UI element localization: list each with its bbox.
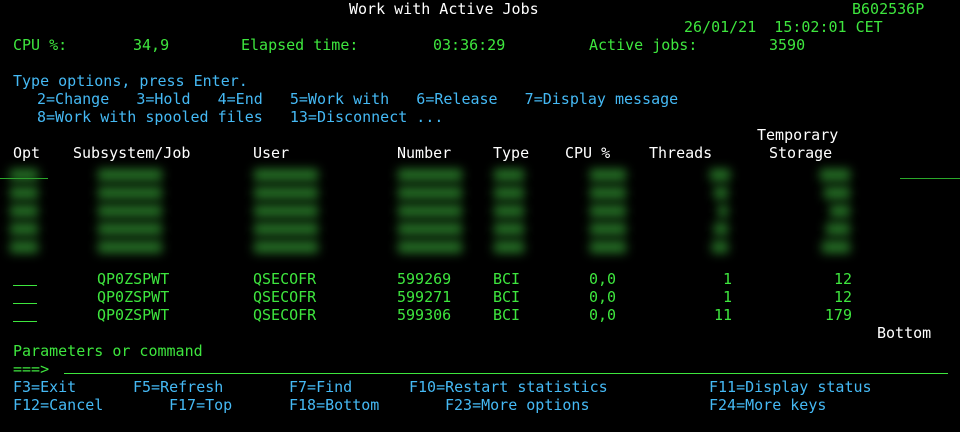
f11-display-status-key[interactable]: F11=Display status: [709, 378, 872, 396]
job-number: 599269: [397, 270, 452, 288]
job-user: QSECOFR: [253, 270, 317, 288]
job-threads: 11: [713, 306, 732, 324]
job-storage: 12: [833, 288, 852, 306]
elapsed-value: 03:36:29: [433, 36, 506, 54]
f5-refresh-key[interactable]: F5=Refresh: [133, 378, 223, 396]
column-header-threads: Threads: [649, 144, 713, 162]
obscured-row: [0, 238, 900, 256]
obscured-row: [0, 184, 900, 202]
f24-more-keys-key[interactable]: F24=More keys: [709, 396, 826, 414]
instructions-line: Type options, press Enter.: [13, 72, 248, 90]
job-cpu: 0,0: [589, 288, 617, 306]
job-name: QP0ZSPWT: [97, 306, 170, 324]
terminal-screen: Work with Active Jobs B602536P 26/01/21 …: [0, 0, 960, 432]
f3-exit-key[interactable]: F3=Exit: [13, 378, 76, 396]
option-input[interactable]: [13, 285, 37, 286]
options-line-2: 8=Work with spooled files 13=Disconnect …: [37, 108, 444, 126]
obscured-row: [0, 202, 900, 220]
option-input[interactable]: [13, 303, 37, 304]
job-name: QP0ZSPWT: [97, 270, 170, 288]
job-storage: 12: [833, 270, 852, 288]
command-label: Parameters or command: [13, 342, 203, 360]
column-header-subsystem-job: Subsystem/Job: [73, 144, 191, 162]
column-header-type: Type: [493, 144, 530, 162]
command-input-underline: [64, 373, 948, 374]
cursor-row-line-right: [900, 178, 960, 179]
column-header-number: Number: [397, 144, 452, 162]
command-input[interactable]: [64, 360, 948, 378]
column-header-storage: Storage: [769, 144, 833, 162]
cpu-label: CPU %:: [13, 36, 68, 54]
job-threads: 1: [722, 270, 732, 288]
column-header-cpu: CPU %: [565, 144, 611, 162]
obscured-row: [0, 166, 900, 184]
list-position-indicator: Bottom: [877, 324, 932, 342]
f7-find-key[interactable]: F7=Find: [289, 378, 352, 396]
f18-bottom-key[interactable]: F18=Bottom: [289, 396, 379, 414]
job-storage: 179: [824, 306, 852, 324]
job-type: BCI: [493, 270, 521, 288]
job-cpu: 0,0: [589, 306, 617, 324]
options-line-1: 2=Change 3=Hold 4=End 5=Work with 6=Rele…: [37, 90, 679, 108]
cpu-value: 34,9: [133, 36, 170, 54]
f17-top-key[interactable]: F17=Top: [169, 396, 232, 414]
job-cpu: 0,0: [589, 270, 617, 288]
date-time: 26/01/21 15:02:01 CET: [684, 18, 883, 36]
option-input[interactable]: [13, 321, 37, 322]
column-header-user: User: [253, 144, 290, 162]
active-jobs-label: Active jobs:: [589, 36, 698, 54]
job-user: QSECOFR: [253, 306, 317, 324]
job-number: 599306: [397, 306, 452, 324]
command-prompt: ===>: [13, 360, 50, 378]
f12-cancel-key[interactable]: F12=Cancel: [13, 396, 103, 414]
system-name: B602536P: [852, 0, 925, 18]
job-user: QSECOFR: [253, 288, 317, 306]
column-header-opt: Opt: [13, 144, 41, 162]
job-name: QP0ZSPWT: [97, 288, 170, 306]
job-type: BCI: [493, 288, 521, 306]
elapsed-label: Elapsed time:: [241, 36, 359, 54]
active-jobs-value: 3590: [769, 36, 806, 54]
screen-title: Work with Active Jobs: [349, 0, 539, 18]
job-type: BCI: [493, 306, 521, 324]
f23-more-options-key[interactable]: F23=More options: [445, 396, 590, 414]
f10-restart-statistics-key[interactable]: F10=Restart statistics: [409, 378, 608, 396]
job-number: 599271: [397, 288, 452, 306]
obscured-row: [0, 220, 900, 238]
job-threads: 1: [722, 288, 732, 306]
column-header-temporary: Temporary: [757, 126, 839, 144]
